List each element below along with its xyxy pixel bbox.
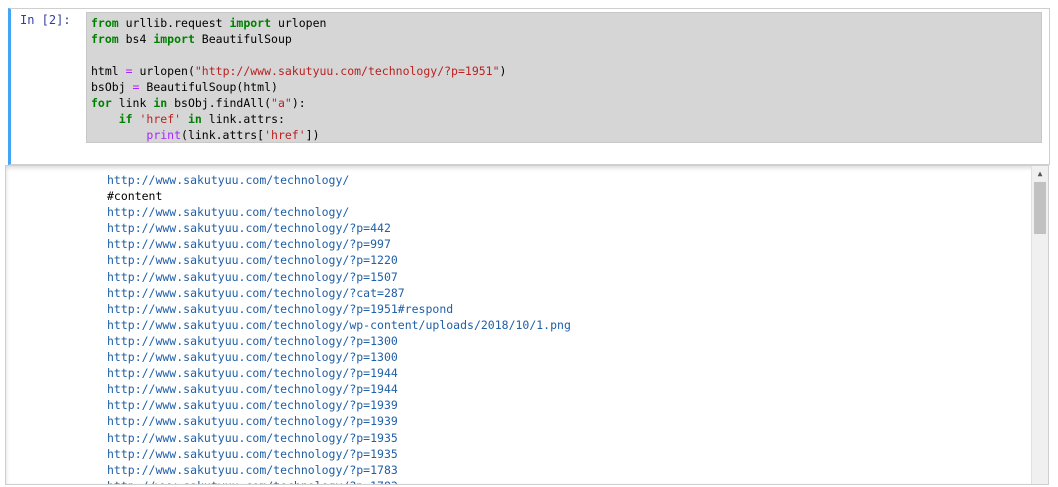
output-line: #content [107, 189, 163, 204]
code-token: = [125, 64, 133, 78]
code-token: html [91, 64, 126, 78]
code-token: link [111, 96, 154, 110]
code-token: from [91, 16, 119, 30]
code-editor[interactable]: from urllib.request import urlopen from b… [86, 12, 1042, 143]
output-line: http://www.sakutyuu.com/technology/?p=19… [107, 301, 454, 316]
output-line: http://www.sakutyuu.com/technology/ [107, 205, 350, 220]
code-token: bsObj.findAll( [167, 96, 272, 110]
code-line: bsObj = BeautifulSoup(html) [91, 79, 506, 95]
code-line: if 'href' in link.attrs: [91, 111, 506, 127]
code-token: link.attrs: [201, 112, 285, 126]
code-token: for [91, 96, 112, 110]
output-area[interactable]: http://www.sakutyuu.com/technology/#cont… [5, 165, 1049, 485]
output-line: http://www.sakutyuu.com/technology/wp-co… [107, 317, 571, 332]
output-line: http://www.sakutyuu.com/technology/?p=19… [107, 414, 398, 429]
code-token: BeautifulSoup [194, 32, 292, 46]
code-token: ]) [305, 128, 320, 142]
code-line: from urllib.request import urlopen [91, 15, 506, 31]
output-line: http://www.sakutyuu.com/technology/?cat=… [107, 285, 405, 300]
input-prompt: In [2]: [20, 13, 71, 27]
code-token: print [146, 128, 182, 142]
code-token: "http://www.sakutyuu.com/technology/?p=1… [194, 64, 500, 78]
output-line: http://www.sakutyuu.com/technology/?p=17… [107, 478, 571, 484]
code-line: html = urlopen("http://www.sakutyuu.com/… [91, 63, 506, 79]
code-token: if [118, 112, 133, 126]
output-line: http://www.sakutyuu.com/technology/?p=15… [107, 269, 398, 284]
code-token: ): [291, 96, 306, 110]
code-token: "a" [271, 96, 292, 110]
output-line: http://www.sakutyuu.com/technology/?p=19… [107, 446, 398, 461]
code-token: urllib.request [118, 16, 230, 30]
output-line: http://www.sakutyuu.com/technology/?p=19… [107, 430, 398, 445]
code-text[interactable]: from urllib.request import urlopen from b… [91, 15, 506, 143]
output-text: http://www.sakutyuu.com/technology/#cont… [107, 172, 571, 484]
code-token: 'href' [139, 112, 182, 126]
code-token: urlopen [271, 16, 327, 30]
output-line: http://www.sakutyuu.com/technology/?p=17… [107, 462, 398, 477]
code-token: ) [499, 64, 507, 78]
output-line: http://www.sakutyuu.com/technology/ [107, 173, 350, 187]
scroll-up-icon[interactable]: ▲ [1032, 166, 1048, 182]
output-line: http://www.sakutyuu.com/technology/?p=19… [107, 366, 398, 381]
code-token: import [153, 32, 195, 46]
output-line: http://www.sakutyuu.com/technology/?p=19… [107, 382, 398, 397]
code-line: print(link.attrs['href']) [91, 127, 506, 143]
code-token: BeautifulSoup(html) [139, 80, 278, 94]
output-line: http://www.sakutyuu.com/technology/?p=44… [107, 221, 391, 236]
output-line: http://www.sakutyuu.com/technology/?p=99… [107, 237, 391, 252]
code-line: for link in bsObj.findAll("a"): [91, 95, 506, 111]
code-token: in [153, 96, 168, 110]
code-token: bs4 [118, 32, 154, 46]
code-line: from bs4 import BeautifulSoup [91, 31, 506, 47]
code-token: in [187, 112, 202, 126]
output-line: http://www.sakutyuu.com/technology/?p=13… [107, 350, 398, 365]
code-token: urlopen( [132, 64, 195, 78]
scroll-thumb[interactable] [1034, 182, 1046, 234]
code-token: bsObj [91, 80, 133, 94]
code-token: from [91, 32, 119, 46]
output-line: http://www.sakutyuu.com/technology/?p=19… [107, 398, 398, 413]
output-line: http://www.sakutyuu.com/technology/?p=12… [107, 253, 398, 268]
code-token: import [229, 16, 272, 30]
output-scrollbar[interactable]: ▲ [1031, 166, 1048, 484]
code-token: (link.attrs[ [181, 128, 265, 142]
code-token: 'href' [264, 128, 306, 142]
output-line: http://www.sakutyuu.com/technology/?p=13… [107, 333, 398, 348]
